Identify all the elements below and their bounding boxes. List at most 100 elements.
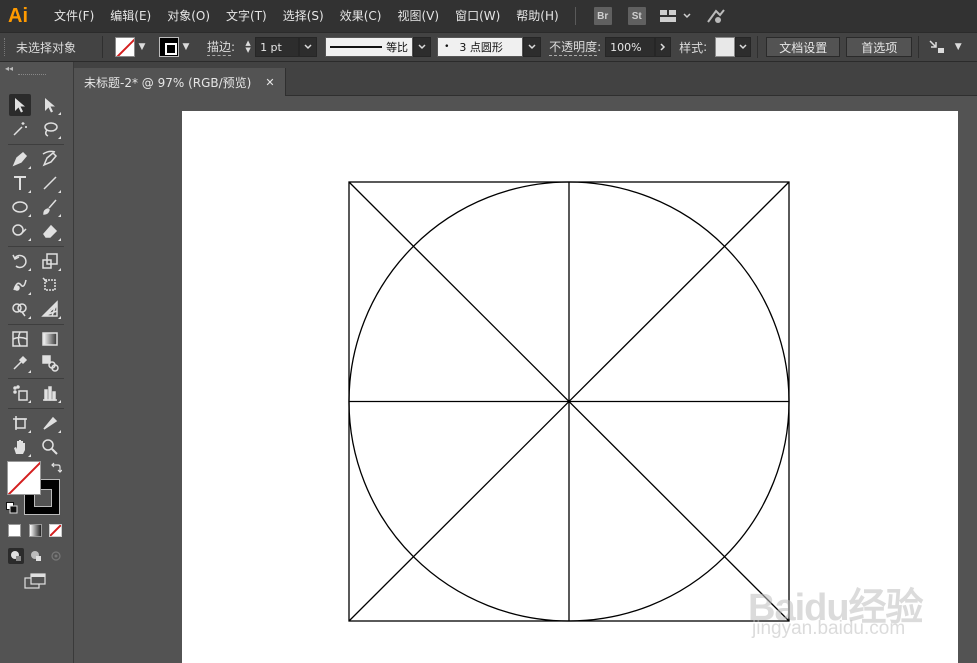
- selection-state-label: 未选择对象: [16, 40, 77, 55]
- fill-swatch-none[interactable]: [115, 37, 135, 57]
- profile-label: 等比: [386, 41, 409, 54]
- panel-grip[interactable]: [4, 38, 8, 56]
- variable-width-profile[interactable]: 等比: [325, 37, 414, 57]
- lasso-icon[interactable]: [39, 118, 61, 140]
- shaper-tool-icon[interactable]: [9, 220, 31, 242]
- menu-edit[interactable]: 编辑(E): [102, 0, 159, 32]
- artwork[interactable]: [182, 111, 958, 663]
- fill-color-none[interactable]: [7, 461, 41, 495]
- free-transform-icon[interactable]: [39, 274, 61, 296]
- close-icon[interactable]: ✕: [265, 76, 274, 89]
- line-tool-icon[interactable]: [39, 172, 61, 194]
- stroke-weight-input[interactable]: 1 pt: [255, 37, 300, 57]
- chevron-down-icon[interactable]: [735, 37, 752, 57]
- style-colon: :: [703, 40, 708, 54]
- stroke-label[interactable]: 描边: [207, 38, 232, 56]
- bridge-button[interactable]: Br: [593, 7, 612, 25]
- graphic-style-swatch[interactable]: [715, 37, 736, 57]
- draw-normal-icon[interactable]: [8, 548, 24, 564]
- selection-tool-icon[interactable]: [9, 94, 31, 116]
- chevron-down-icon[interactable]: ▼: [951, 37, 965, 57]
- canvas-area[interactable]: [74, 96, 977, 663]
- draw-inside-icon[interactable]: [48, 548, 64, 564]
- swap-fill-stroke-icon[interactable]: [50, 462, 63, 474]
- document-setup-button[interactable]: 文档设置: [766, 37, 841, 57]
- preferences-button[interactable]: 首选项: [846, 37, 913, 57]
- zoom-tool-icon[interactable]: [39, 436, 61, 458]
- draw-behind-icon[interactable]: [28, 548, 44, 564]
- brush-dot-icon: •: [444, 42, 450, 52]
- menu-view[interactable]: 视图(V): [389, 0, 447, 32]
- artboard[interactable]: [182, 111, 958, 663]
- artboard-tool-icon[interactable]: [9, 412, 31, 434]
- control-separator: [102, 36, 103, 58]
- profile-line-icon: [330, 46, 383, 48]
- pen-tool-icon[interactable]: [9, 148, 31, 170]
- perspective-grid-icon[interactable]: [39, 298, 61, 320]
- blend-tool-icon[interactable]: [39, 352, 61, 374]
- menu-object[interactable]: 对象(O): [159, 0, 218, 32]
- control-bar: 未选择对象 ▼ ▼ 描边 : ▲ ▼ 1 pt 等比 • 3 点圆形 不透明度 :…: [0, 32, 977, 62]
- eraser-icon[interactable]: [39, 220, 61, 242]
- eyedropper-icon[interactable]: [9, 352, 31, 374]
- document-tab-bar: 未标题-2* @ 97% (RGB/预览) ✕: [74, 62, 977, 96]
- type-tool-icon[interactable]: [9, 172, 31, 194]
- brush-label: 3 点圆形: [459, 41, 503, 54]
- shape-builder-icon[interactable]: [9, 298, 31, 320]
- direct-selection-tool-icon[interactable]: [39, 94, 61, 116]
- arrange-documents-icon[interactable]: [927, 37, 947, 57]
- tool-separator: [8, 408, 64, 409]
- stock-button[interactable]: St: [627, 7, 646, 25]
- chevron-down-icon[interactable]: [413, 37, 432, 57]
- screen-mode-icon[interactable]: [24, 572, 48, 590]
- style-label: 样式: [679, 40, 704, 55]
- workspace-layout-icon[interactable]: [658, 6, 678, 26]
- tool-separator: [8, 324, 64, 325]
- chevron-down-icon[interactable]: ▼: [135, 37, 149, 57]
- tool-separator: [8, 378, 64, 379]
- hand-tool-icon[interactable]: [9, 436, 31, 458]
- gpu-performance-icon[interactable]: [706, 6, 726, 26]
- menu-effect[interactable]: 效果(C): [332, 0, 390, 32]
- color-mode-icon[interactable]: [8, 524, 21, 537]
- menu-bar: Ai 文件(F) 编辑(E) 对象(O) 文字(T) 选择(S) 效果(C) 视…: [0, 0, 977, 32]
- control-separator: [918, 36, 920, 58]
- magic-wand-icon[interactable]: [9, 118, 31, 140]
- opacity-label[interactable]: 不透明度: [549, 38, 598, 56]
- panel-grip[interactable]: [18, 74, 46, 80]
- gradient-tool-icon[interactable]: [39, 328, 61, 350]
- column-graph-icon[interactable]: [39, 382, 61, 404]
- document-tab[interactable]: 未标题-2* @ 97% (RGB/预览) ✕: [74, 68, 286, 96]
- rotate-tool-icon[interactable]: [9, 250, 31, 272]
- scale-tool-icon[interactable]: [39, 250, 61, 272]
- stroke-swatch[interactable]: [159, 37, 179, 57]
- chevron-down-icon[interactable]: [682, 6, 692, 26]
- stroke-weight-stepper-icon[interactable]: ▲ ▼: [241, 37, 255, 57]
- menu-window[interactable]: 窗口(W): [447, 0, 508, 32]
- collapse-panel-icon[interactable]: ◂◂: [0, 62, 73, 74]
- menu-type[interactable]: 文字(T): [218, 0, 275, 32]
- menu-help[interactable]: 帮助(H): [508, 0, 566, 32]
- warp-tool-icon[interactable]: [9, 274, 31, 296]
- menu-file[interactable]: 文件(F): [46, 0, 102, 32]
- none-mode-icon[interactable]: [49, 524, 62, 537]
- chevron-down-icon[interactable]: [299, 37, 318, 57]
- symbol-sprayer-icon[interactable]: [9, 382, 31, 404]
- opacity-input[interactable]: 100%: [605, 37, 656, 57]
- chevron-down-icon[interactable]: ▼: [179, 37, 193, 57]
- ellipse-tool-icon[interactable]: [9, 196, 31, 218]
- slice-tool-icon[interactable]: [39, 412, 61, 434]
- gradient-mode-icon[interactable]: [29, 524, 42, 537]
- opacity-colon: :: [597, 40, 602, 54]
- default-colors-icon[interactable]: [6, 502, 18, 514]
- illustrator-logo: Ai: [8, 4, 28, 27]
- curvature-tool-icon[interactable]: [39, 148, 61, 170]
- brush-definition[interactable]: • 3 点圆形: [437, 37, 524, 57]
- paintbrush-icon[interactable]: [39, 196, 61, 218]
- control-separator: [757, 36, 759, 58]
- mesh-tool-icon[interactable]: [9, 328, 31, 350]
- chevron-down-icon[interactable]: [523, 37, 542, 57]
- menu-select[interactable]: 选择(S): [275, 0, 332, 32]
- chevron-right-icon[interactable]: [655, 37, 672, 57]
- stroke-colon: :: [231, 40, 236, 54]
